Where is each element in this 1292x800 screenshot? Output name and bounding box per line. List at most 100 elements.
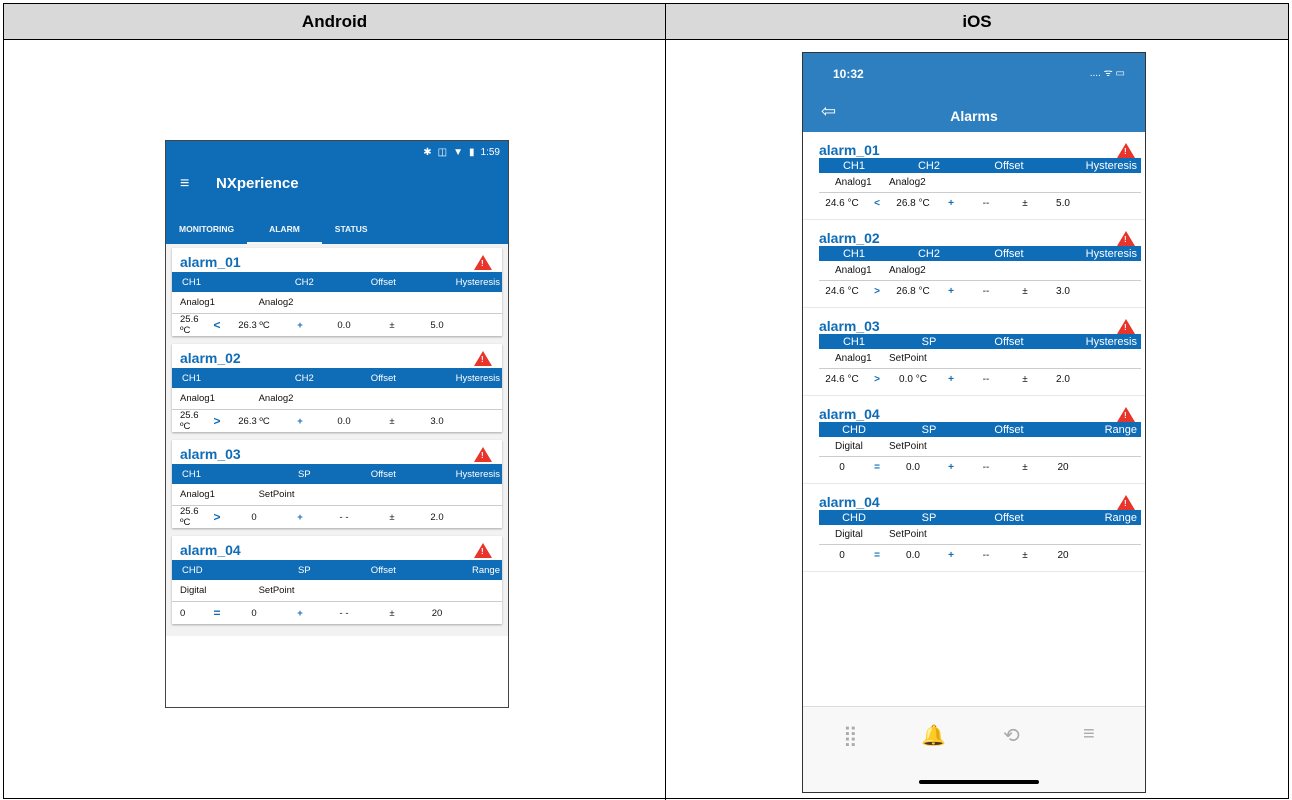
alarm-card[interactable]: alarm_02! CH1 CH2 Offset Hysteresis Analog1 An… bbox=[172, 344, 502, 432]
operator-symbol: > bbox=[213, 510, 221, 524]
operator-symbol: + bbox=[948, 285, 954, 297]
alarm-value: 0 bbox=[251, 511, 257, 523]
alarm-value: -- bbox=[982, 461, 990, 473]
column-label: Offset bbox=[994, 511, 1024, 524]
alarm-card[interactable]: alarm_04! CHD SP Offset Range Digital SetPoint… bbox=[803, 484, 1145, 572]
alarm-card[interactable]: alarm_01! CH1 CH2 Offset Hysteresis Analog1 An… bbox=[172, 248, 502, 336]
warning-icon: ! bbox=[1117, 406, 1135, 422]
source-label: Digital bbox=[835, 441, 863, 452]
alarm-name: alarm_02 bbox=[819, 230, 880, 246]
alarm-card[interactable]: alarm_01! CH1 CH2 Offset Hysteresis Analog1 An… bbox=[803, 132, 1145, 220]
operator-symbol: > bbox=[874, 373, 880, 385]
alarm-card[interactable]: alarm_04! CHD SP Offset Range Digital SetPoint… bbox=[803, 396, 1145, 484]
source-label: SetPoint bbox=[889, 441, 927, 452]
alarm-name: alarm_01 bbox=[819, 142, 880, 158]
column-label: Hysteresis bbox=[455, 276, 500, 288]
tab-monitoring[interactable]: MONITORING bbox=[166, 214, 247, 244]
alarm-column-header: CH1 SP Offset Hysteresis bbox=[819, 334, 1141, 349]
alarm-value: - - bbox=[339, 607, 349, 619]
alarm-value: 25.6 ºC bbox=[180, 314, 199, 336]
android-tabs: MONITORING ALARM STATUS bbox=[166, 214, 381, 244]
alarm-source-row: Analog1 SetPoint bbox=[172, 484, 502, 506]
alarm-value: 2.0 bbox=[430, 511, 444, 523]
alarm-value: -- bbox=[982, 373, 990, 385]
column-label: Hysteresis bbox=[1085, 335, 1137, 348]
alarm-value: 20 bbox=[1057, 461, 1069, 473]
vibrate-icon: ◫ bbox=[437, 147, 448, 158]
alarm-value: 24.6 °C bbox=[825, 373, 859, 385]
hamburger-menu-icon[interactable]: ≡ bbox=[180, 175, 189, 193]
column-label: CHD bbox=[842, 423, 866, 436]
column-label: CH1 bbox=[842, 335, 865, 348]
alarm-value: ± bbox=[1022, 373, 1028, 385]
alarm-source-row: Analog1 Analog2 bbox=[172, 292, 502, 314]
alarm-name: alarm_04 bbox=[180, 542, 241, 558]
android-alarm-list: alarm_01! CH1 CH2 Offset Hysteresis Analog1 An… bbox=[166, 244, 508, 636]
alarm-column-header: CH1 CH2 Offset Hysteresis bbox=[172, 272, 502, 292]
source-label: SetPoint bbox=[258, 489, 295, 500]
android-app-bar: ✱ ◫ ▼ ▮ 1:59 ≡ NXperience MONITORING ALA… bbox=[166, 141, 508, 244]
alarm-value: 26.3 ºC bbox=[238, 415, 270, 427]
alarm-card[interactable]: alarm_03! CH1 SP Offset Hysteresis Analog1 Set… bbox=[172, 440, 502, 528]
column-label: SP bbox=[297, 468, 311, 480]
source-label: Analog1 bbox=[835, 353, 872, 364]
alarm-value: 25.6 ºC bbox=[180, 506, 199, 528]
alarm-card[interactable]: alarm_02! CH1 CH2 Offset Hysteresis Analog1 An… bbox=[803, 220, 1145, 308]
android-status-bar: ✱ ◫ ▼ ▮ 1:59 bbox=[423, 147, 500, 158]
column-label: Range bbox=[472, 564, 500, 576]
alarm-tab-icon[interactable]: 🔔 bbox=[921, 723, 946, 748]
column-label: Offset bbox=[994, 423, 1024, 436]
alarm-card[interactable]: alarm_04! CHD SP Offset Range Digital SetPoint… bbox=[172, 536, 502, 624]
source-label: Digital bbox=[180, 585, 207, 596]
operator-symbol: + bbox=[297, 511, 303, 523]
menu-tab-icon[interactable]: ≡ bbox=[1083, 723, 1095, 746]
alarm-value: 3.0 bbox=[1056, 285, 1070, 297]
operator-symbol: > bbox=[213, 414, 221, 428]
operator-symbol: + bbox=[948, 373, 954, 385]
column-label: Range bbox=[1104, 511, 1137, 524]
alarm-value: 0.0 bbox=[906, 549, 920, 561]
alarm-column-header: CH1 CH2 Offset Hysteresis bbox=[172, 368, 502, 388]
alarm-values-row: 24.6 °C <26.8 °C + -- ±5.0 bbox=[819, 193, 1141, 213]
alarm-name: alarm_02 bbox=[180, 350, 241, 366]
alarm-name: alarm_01 bbox=[180, 254, 241, 270]
column-label: CH2 bbox=[917, 159, 940, 172]
column-label: SP bbox=[921, 511, 937, 524]
alarm-value: 20 bbox=[1057, 549, 1069, 561]
monitoring-tab-icon[interactable]: ⣿ bbox=[843, 723, 858, 748]
column-label: CH1 bbox=[182, 468, 202, 480]
source-label: SetPoint bbox=[889, 529, 927, 540]
tab-alarm[interactable]: ALARM bbox=[247, 214, 322, 244]
alarm-values-row: 24.6 °C >26.8 °C + -- ±3.0 bbox=[819, 281, 1141, 301]
alarm-value: ± bbox=[389, 511, 395, 523]
source-label: Analog1 bbox=[835, 177, 872, 188]
column-label: SP bbox=[921, 423, 937, 436]
column-label: CH1 bbox=[182, 276, 202, 288]
warning-icon: ! bbox=[474, 542, 492, 558]
alarm-value: 24.6 °C bbox=[825, 197, 859, 209]
android-column-header: Android bbox=[4, 4, 666, 40]
operator-symbol: + bbox=[297, 415, 303, 427]
source-label: Analog1 bbox=[180, 393, 215, 404]
warning-icon: ! bbox=[1117, 494, 1135, 510]
column-label: Hysteresis bbox=[1085, 247, 1137, 260]
ios-screenshot: 10:32 .... ᯤ ▭ ⇦ Alarms alarm_01! CH1 CH2 O… bbox=[802, 52, 1146, 793]
tab-status[interactable]: STATUS bbox=[322, 214, 381, 244]
battery-icon: ▮ bbox=[469, 147, 475, 158]
alarm-value: ± bbox=[1022, 461, 1028, 473]
status-tab-icon[interactable]: ⟲ bbox=[1003, 723, 1020, 748]
operator-symbol: = bbox=[874, 461, 880, 473]
alarm-value: -- bbox=[982, 549, 990, 561]
column-label: CH1 bbox=[182, 372, 202, 384]
alarm-values-row: 0 = 0.0 + -- ±20 bbox=[819, 457, 1141, 477]
source-label: Analog2 bbox=[889, 177, 926, 188]
column-label: SP bbox=[921, 335, 937, 348]
column-label: CHD bbox=[182, 564, 203, 576]
alarm-source-row: Analog1 Analog2 bbox=[172, 388, 502, 410]
alarm-values-row: 0 = 0 + - - ±20 bbox=[172, 602, 502, 624]
alarm-name: alarm_04 bbox=[819, 494, 880, 510]
ios-alarm-list: alarm_01! CH1 CH2 Offset Hysteresis Analog1 An… bbox=[803, 132, 1145, 572]
alarm-card[interactable]: alarm_03! CH1 SP Offset Hysteresis Analog1 Set… bbox=[803, 308, 1145, 396]
operator-symbol: < bbox=[213, 318, 221, 332]
alarm-value: 5.0 bbox=[1056, 197, 1070, 209]
